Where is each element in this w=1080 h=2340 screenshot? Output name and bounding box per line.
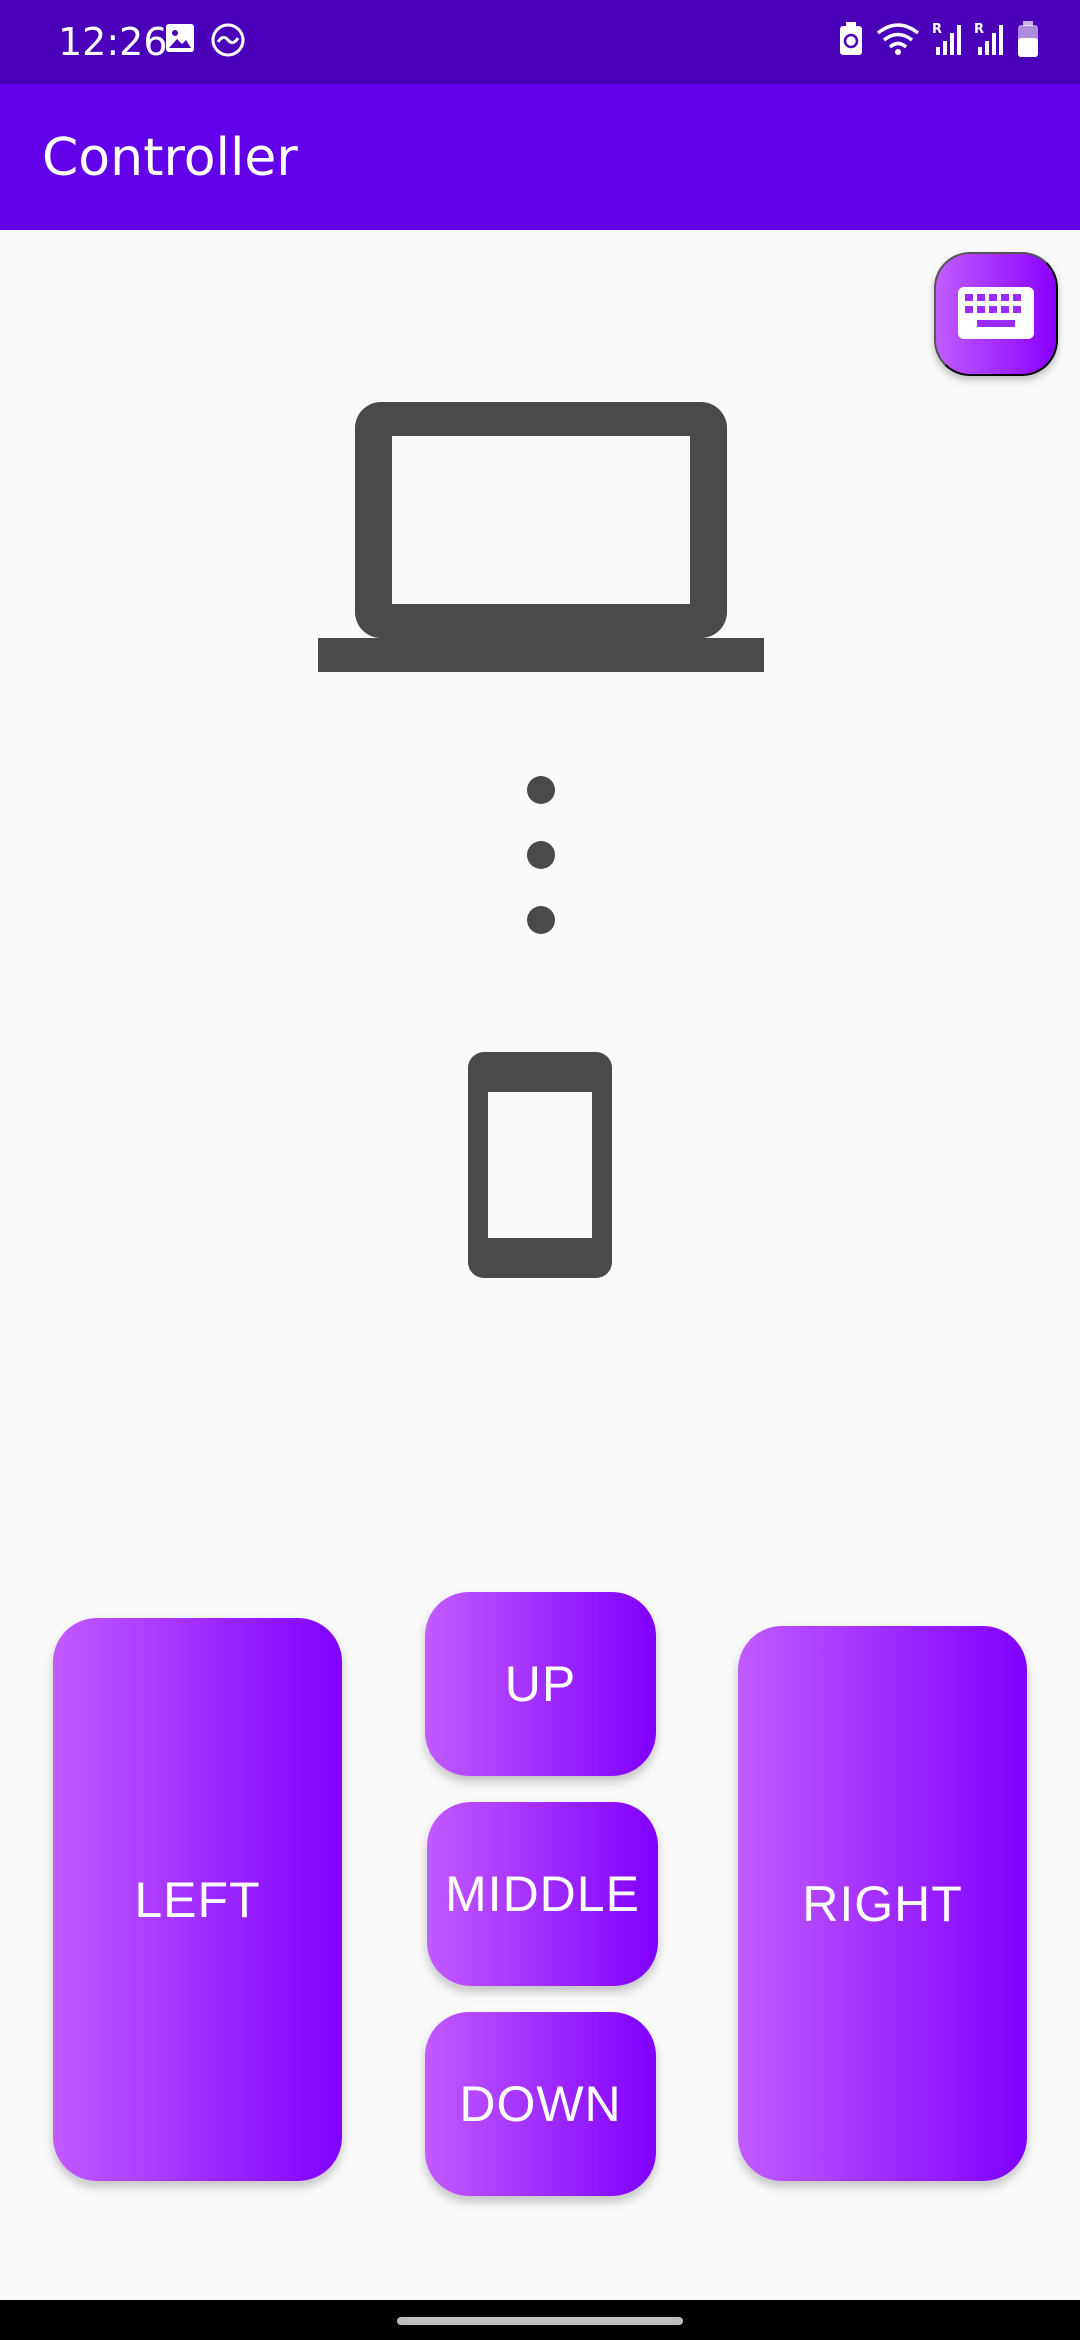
svg-text:R: R bbox=[974, 22, 984, 37]
vertical-dots-icon bbox=[516, 770, 566, 944]
battery-saver-icon bbox=[838, 21, 864, 57]
status-time: 12:26 bbox=[58, 20, 168, 64]
signal-r-icon: R bbox=[974, 21, 1004, 57]
signal-r-icon: R bbox=[932, 21, 962, 57]
left-button[interactable]: LEFT bbox=[53, 1618, 342, 2181]
middle-button[interactable]: MIDDLE bbox=[427, 1802, 658, 1986]
keyboard-button[interactable] bbox=[934, 252, 1058, 376]
app-bar: Controller bbox=[0, 84, 1080, 230]
phone-icon bbox=[466, 1050, 614, 1284]
navigation-bar bbox=[0, 2300, 1080, 2340]
down-button[interactable]: DOWN bbox=[425, 2012, 656, 2196]
controller-screen: 12:26 R R Controller LEFT UP MIDDLE DOWN… bbox=[0, 0, 1080, 2340]
status-right-icons: R R bbox=[838, 20, 1040, 58]
laptop-icon bbox=[318, 400, 764, 676]
activity-icon bbox=[210, 22, 246, 58]
gallery-icon bbox=[164, 22, 196, 58]
up-button[interactable]: UP bbox=[425, 1592, 656, 1776]
status-bar: 12:26 R R bbox=[0, 0, 1080, 84]
app-title: Controller bbox=[42, 128, 298, 188]
battery-icon bbox=[1016, 20, 1040, 58]
right-button[interactable]: RIGHT bbox=[738, 1626, 1027, 2181]
svg-text:R: R bbox=[932, 22, 942, 37]
wifi-icon bbox=[876, 21, 920, 57]
gesture-handle[interactable] bbox=[397, 2317, 683, 2325]
status-left-icons bbox=[164, 22, 246, 58]
keyboard-icon bbox=[958, 286, 1034, 342]
